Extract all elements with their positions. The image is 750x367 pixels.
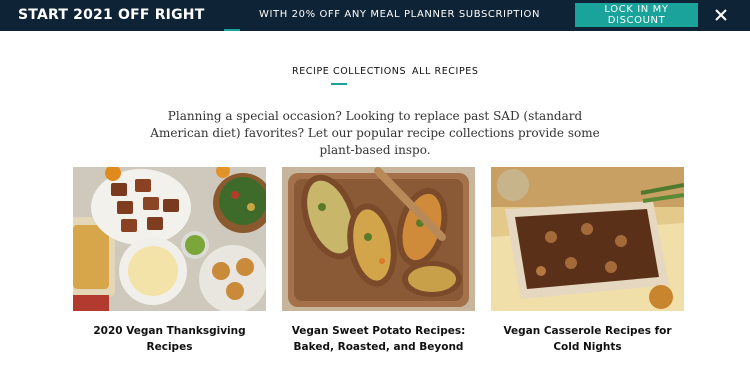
sweet-potato-recipes-image[interactable]	[282, 167, 475, 311]
collection-title[interactable]: Vegan Casserole Recipes for Cold Nights	[491, 323, 684, 355]
active-tab-indicator	[331, 83, 347, 85]
promo-banner: START 2021 OFF RIGHT WITH 20% OFF ANY ME…	[0, 0, 750, 31]
collection-card-thanksgiving[interactable]: 2020 Vegan Thanksgiving Recipes	[73, 167, 266, 355]
lock-in-discount-button[interactable]: LOCK IN MY DISCOUNT	[575, 3, 698, 27]
promo-headline: START 2021 OFF RIGHT	[18, 7, 205, 23]
collection-title[interactable]: 2020 Vegan Thanksgiving Recipes	[73, 323, 266, 355]
collection-card-casserole[interactable]: Vegan Casserole Recipes for Cold Nights	[491, 167, 684, 355]
nav-indicator	[224, 29, 240, 31]
collection-card-sweet-potato[interactable]: Vegan Sweet Potato Recipes: Baked, Roast…	[282, 167, 475, 355]
collection-title[interactable]: Vegan Sweet Potato Recipes: Baked, Roast…	[282, 323, 475, 355]
casserole-recipes-image[interactable]	[491, 167, 684, 311]
close-icon[interactable]	[712, 6, 730, 24]
promo-subtext: WITH 20% OFF ANY MEAL PLANNER SUBSCRIPTI…	[259, 9, 541, 20]
recipe-tabs: RECIPE COLLECTIONS ALL RECIPES	[0, 66, 750, 88]
tab-all-recipes[interactable]: ALL RECIPES	[412, 66, 479, 77]
thanksgiving-recipes-image[interactable]	[73, 167, 266, 311]
tab-recipe-collections[interactable]: RECIPE COLLECTIONS	[292, 66, 406, 77]
intro-text: Planning a special occasion? Looking to …	[150, 109, 600, 157]
